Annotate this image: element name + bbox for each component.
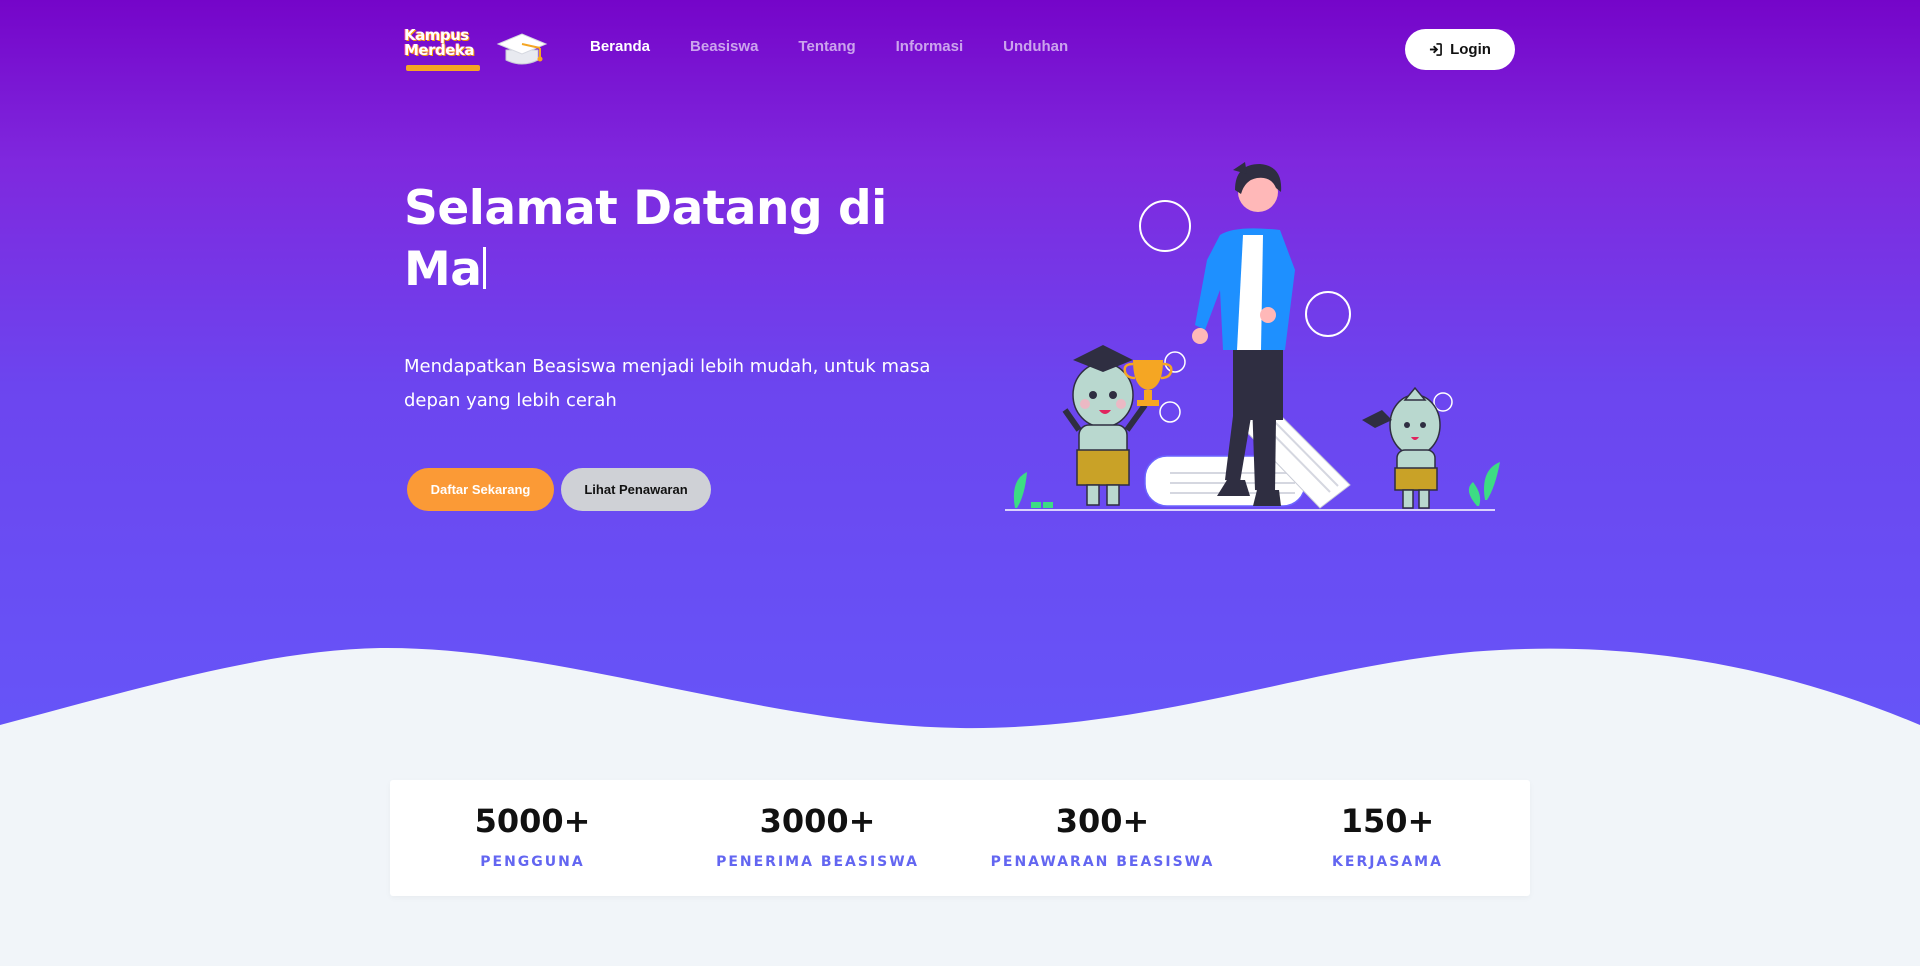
nav-item-beasiswa[interactable]: Beasiswa [690, 38, 758, 55]
login-button[interactable]: Login [1405, 29, 1515, 70]
stats-card: 5000+ PENGGUNA 3000+ PENERIMA BEASISWA 3… [390, 780, 1530, 896]
hero-title-text: Selamat Datang di Ma [404, 181, 887, 297]
nav-item-informasi[interactable]: Informasi [896, 38, 964, 55]
sign-in-icon [1430, 43, 1442, 56]
top-navbar: Kampus Merdeka Beranda Beasiswa Tentang … [0, 0, 1920, 100]
stat-scholarship-offers: 300+ PENAWARAN BEASISWA [960, 780, 1245, 896]
login-button-label: Login [1450, 41, 1491, 58]
hero-illustration [1005, 162, 1500, 511]
typing-caret [482, 247, 486, 289]
nav-item-tentang[interactable]: Tentang [798, 38, 855, 55]
mascot-left [1062, 345, 1148, 506]
stat-label: PENAWARAN BEASISWA [990, 854, 1215, 870]
graduation-cap-icon [496, 33, 548, 65]
stat-scholarship-recipients: 3000+ PENERIMA BEASISWA [675, 780, 960, 896]
decorative-circles [1139, 200, 1453, 423]
nav-item-beranda[interactable]: Beranda [590, 38, 650, 55]
hero-section [0, 0, 1920, 740]
register-now-button[interactable]: Daftar Sekarang [407, 468, 554, 511]
stat-value: 3000+ [759, 802, 876, 840]
stat-label: KERJASAMA [1332, 854, 1443, 870]
stat-label: PENERIMA BEASISWA [716, 854, 919, 870]
mascot-right [1362, 386, 1441, 509]
stat-value: 5000+ [474, 802, 591, 840]
stat-value: 150+ [1340, 802, 1435, 840]
stat-label: PENGGUNA [480, 854, 585, 870]
logo-ribbon [406, 65, 480, 71]
nav-menu: Beranda Beasiswa Tentang Informasi Unduh… [590, 38, 1108, 55]
hero-wave-divider [0, 647, 1920, 750]
hero-subtitle: Mendapatkan Beasiswa menjadi lebih mudah… [404, 356, 931, 411]
brand-logo[interactable]: Kampus Merdeka [404, 28, 552, 72]
view-offers-button[interactable]: Lihat Penawaran [561, 468, 711, 511]
stat-value: 300+ [1055, 802, 1150, 840]
stat-partnerships: 150+ KERJASAMA [1245, 780, 1530, 896]
logo-wordmark: Kampus Merdeka [404, 26, 475, 59]
nav-item-unduhan[interactable]: Unduhan [1003, 38, 1068, 55]
hero-title: Selamat Datang di Ma [404, 178, 924, 300]
stat-users: 5000+ PENGGUNA [390, 780, 675, 896]
